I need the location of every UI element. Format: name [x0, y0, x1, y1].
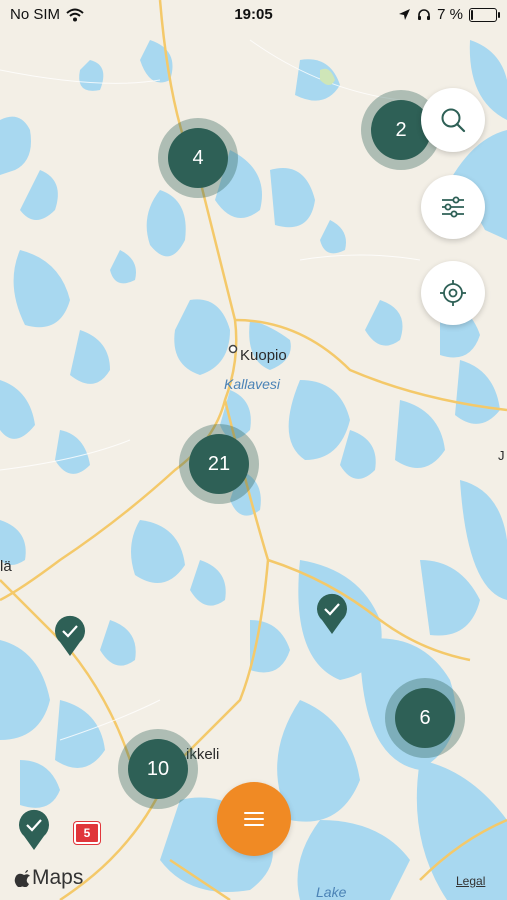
cluster-marker[interactable]: 10	[118, 729, 198, 809]
maps-brand-label: Maps	[32, 866, 84, 889]
search-button[interactable]	[421, 88, 485, 152]
apple-icon	[14, 870, 30, 887]
city-label-partial-left: lä	[0, 558, 12, 575]
battery-percent: 7 %	[437, 6, 463, 23]
location-target-icon	[440, 280, 466, 306]
location-pin-checked[interactable]	[314, 590, 350, 636]
filter-button[interactable]	[421, 175, 485, 239]
city-label-kuopio: Kuopio	[240, 347, 287, 364]
sliders-icon	[442, 196, 464, 218]
location-pin-checked[interactable]	[52, 612, 88, 658]
cluster-marker[interactable]: 21	[179, 424, 259, 504]
apple-maps-logo: Maps	[14, 866, 83, 890]
cluster-count: 4	[168, 128, 228, 188]
city-marker	[228, 344, 238, 354]
menu-button[interactable]	[217, 782, 291, 856]
cluster-marker[interactable]: 6	[385, 678, 465, 758]
route-number-badge: 5	[74, 822, 100, 844]
lake-label-bottom: Lake	[316, 884, 347, 900]
edge-label: J	[498, 448, 505, 463]
cluster-count: 6	[395, 688, 455, 748]
cluster-count: 10	[128, 739, 188, 799]
location-pin-checked[interactable]	[16, 806, 52, 852]
legal-link[interactable]: Legal	[456, 874, 485, 888]
cluster-count: 21	[189, 434, 249, 494]
cluster-marker[interactable]: 4	[158, 118, 238, 198]
lake-label-kallavesi: Kallavesi	[224, 376, 281, 392]
hamburger-menu-icon	[244, 812, 264, 826]
locate-me-button[interactable]	[421, 261, 485, 325]
battery-icon	[469, 7, 500, 22]
status-bar: No SIM 19:05 7 %	[0, 0, 507, 32]
headphones-icon	[418, 9, 431, 20]
search-icon	[441, 108, 466, 133]
location-arrow-icon	[399, 9, 411, 20]
